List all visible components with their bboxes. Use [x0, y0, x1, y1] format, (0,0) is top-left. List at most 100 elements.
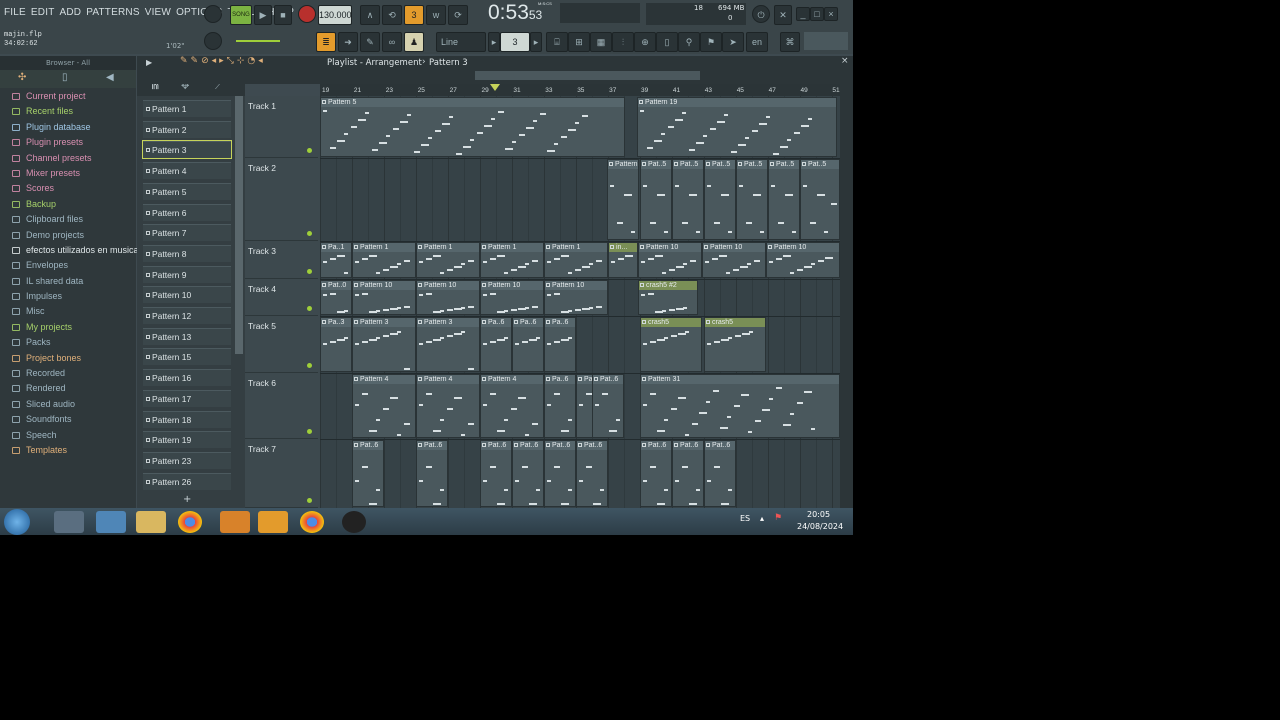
- playlist-scrollbar[interactable]: [840, 84, 853, 508]
- playlist-clip[interactable]: Pat..5: [768, 159, 800, 240]
- playlist-clip[interactable]: Pattern 1: [544, 242, 608, 278]
- blend-button[interactable]: w: [426, 5, 446, 25]
- pattern-item[interactable]: Pattern 6: [143, 203, 231, 221]
- pattern-item[interactable]: Pattern 17: [143, 389, 231, 407]
- browser-item[interactable]: Rendered: [0, 381, 136, 396]
- playlist-clip[interactable]: Pa..1: [320, 242, 352, 278]
- media-player-icon[interactable]: [220, 511, 250, 533]
- playlist-clip[interactable]: Pattern 4: [416, 374, 480, 438]
- browser-item[interactable]: Project bones: [0, 351, 136, 366]
- browser-icon[interactable]: ▯: [656, 32, 678, 52]
- folder-icon[interactable]: [136, 511, 166, 533]
- browser-item[interactable]: Plugin database: [0, 120, 136, 135]
- master-pitch-slider[interactable]: [236, 40, 280, 42]
- browser-item[interactable]: Misc: [0, 304, 136, 319]
- browser-item[interactable]: Sliced audio: [0, 397, 136, 412]
- pattern-item[interactable]: Pattern 10: [143, 286, 231, 304]
- mixer-icon[interactable]: ⌸: [546, 32, 568, 52]
- touch-keyboard-icon[interactable]: ⚑: [700, 32, 722, 52]
- menu-add[interactable]: ADD: [60, 7, 82, 18]
- playlist-clip[interactable]: Pattern 10: [638, 242, 702, 278]
- track-enable-icon[interactable]: [307, 269, 312, 274]
- playlist-clip[interactable]: Pat..0: [320, 280, 352, 315]
- track-enable-icon[interactable]: [307, 429, 312, 434]
- playlist-grid[interactable]: Pattern 5 Pattern 19 Pattern Pat..5 Pat..5 Pa…: [320, 96, 840, 508]
- track-enable-icon[interactable]: [307, 363, 312, 368]
- clock-date[interactable]: 24/08/2024: [797, 522, 843, 531]
- playlist-clip[interactable]: Pa..6: [512, 317, 544, 372]
- pattern-item[interactable]: Pattern 15: [143, 348, 231, 366]
- browser-item[interactable]: My projects: [0, 320, 136, 335]
- language-icon[interactable]: en: [746, 32, 768, 52]
- playlist-clip[interactable]: Pat..6: [704, 440, 736, 507]
- pattern-item[interactable]: Pattern 13: [143, 327, 231, 345]
- horizontal-scrollbar[interactable]: [475, 71, 700, 80]
- minimize-button[interactable]: _: [796, 7, 810, 21]
- timeline-ruler[interactable]: 19 21 23 25 27 29 31 33 35 37 39 41 43 45 47 49 51: [320, 84, 840, 96]
- pattern-item[interactable]: Pattern 9: [143, 265, 231, 283]
- pattern-item[interactable]: Pattern 8: [143, 244, 231, 262]
- record-button[interactable]: [298, 5, 316, 23]
- playlist-clip[interactable]: Pat..5: [704, 159, 736, 240]
- playlist-clip[interactable]: Pattern 1: [352, 242, 416, 278]
- pattern-prev-button[interactable]: ▸: [488, 32, 500, 52]
- arrow-tool-button[interactable]: ➜: [338, 32, 358, 52]
- countdown-button[interactable]: 3: [404, 5, 424, 25]
- song-mode-button[interactable]: SONG: [230, 5, 252, 25]
- playlist-clip[interactable]: Pattern 5: [320, 97, 625, 157]
- track-enable-icon[interactable]: [307, 306, 312, 311]
- track-header[interactable]: Track 4: [245, 279, 318, 316]
- start-button[interactable]: [4, 509, 30, 535]
- playlist-clip[interactable]: Pattern 1: [480, 242, 544, 278]
- playlist-clip[interactable]: Pattern 19: [637, 97, 837, 157]
- browser-item[interactable]: Recent files: [0, 104, 136, 119]
- playlist-clip[interactable]: Pattern 10: [352, 280, 416, 315]
- browser-item[interactable]: Demo projects: [0, 228, 136, 243]
- pattern-item[interactable]: Pattern 26: [143, 472, 231, 490]
- playlist-clip[interactable]: Pattern 10: [416, 280, 480, 315]
- channel-rack-icon[interactable]: ⊞: [568, 32, 590, 52]
- playlist-clip[interactable]: Pat..5: [672, 159, 704, 240]
- obs-icon[interactable]: [342, 511, 366, 533]
- playlist-clip[interactable]: Pa..6: [544, 317, 576, 372]
- chrome-icon[interactable]: [178, 511, 202, 533]
- menu-file[interactable]: FILE: [4, 7, 26, 18]
- browser-item[interactable]: Backup: [0, 197, 136, 212]
- playlist-clip[interactable]: Pat..6: [416, 440, 448, 507]
- pattern-item[interactable]: Pattern 19: [143, 431, 231, 449]
- pattern-item[interactable]: Pattern 1: [143, 100, 231, 117]
- menu-edit[interactable]: EDIT: [31, 7, 55, 18]
- browser-item[interactable]: Packs: [0, 335, 136, 350]
- master-volume-knob[interactable]: [204, 32, 222, 50]
- browser-item[interactable]: Envelopes: [0, 258, 136, 273]
- playlist-clip[interactable]: crash5: [704, 317, 766, 372]
- browser-item[interactable]: Plugin presets: [0, 135, 136, 150]
- pattern-item[interactable]: Pattern 7: [143, 224, 231, 242]
- pattern-next-button[interactable]: ▸: [530, 32, 542, 52]
- close-button[interactable]: ×: [824, 7, 838, 21]
- browser-item[interactable]: Templates: [0, 443, 136, 458]
- play-button[interactable]: ▶: [254, 5, 272, 25]
- playlist-clip[interactable]: Pat..6: [576, 440, 608, 507]
- chrome-window-icon[interactable]: [300, 511, 324, 533]
- browser-item[interactable]: efectos utilizados en musica: [0, 243, 139, 258]
- playlist-clip[interactable]: Pat..6: [480, 440, 512, 507]
- playlist-clip[interactable]: Pat..5: [736, 159, 768, 240]
- browser-file-icon[interactable]: ▯: [62, 72, 68, 83]
- browser-add-icon[interactable]: ✣: [18, 72, 26, 83]
- menu-view[interactable]: VIEW: [145, 7, 171, 18]
- playlist-clip[interactable]: Pat..6: [640, 440, 672, 507]
- track-header[interactable]: Track 6: [245, 373, 318, 439]
- playlist-clip[interactable]: Pattern 10: [544, 280, 608, 315]
- track-header[interactable]: Track 3: [245, 241, 318, 279]
- link-tool-button[interactable]: ∞: [382, 32, 402, 52]
- playlist-clip[interactable]: Pattern: [607, 159, 639, 240]
- power-icon[interactable]: ⏻: [752, 5, 770, 23]
- playlist-clip[interactable]: Pat..5: [800, 159, 840, 240]
- browser-item[interactable]: Speech: [0, 428, 136, 443]
- tools-icon[interactable]: ✕: [774, 5, 792, 25]
- maximize-button[interactable]: □: [810, 7, 824, 21]
- tempo-display[interactable]: 130.000: [318, 5, 352, 25]
- playhead-marker[interactable]: [490, 84, 500, 91]
- stamp-tool-button[interactable]: ♟: [404, 32, 424, 52]
